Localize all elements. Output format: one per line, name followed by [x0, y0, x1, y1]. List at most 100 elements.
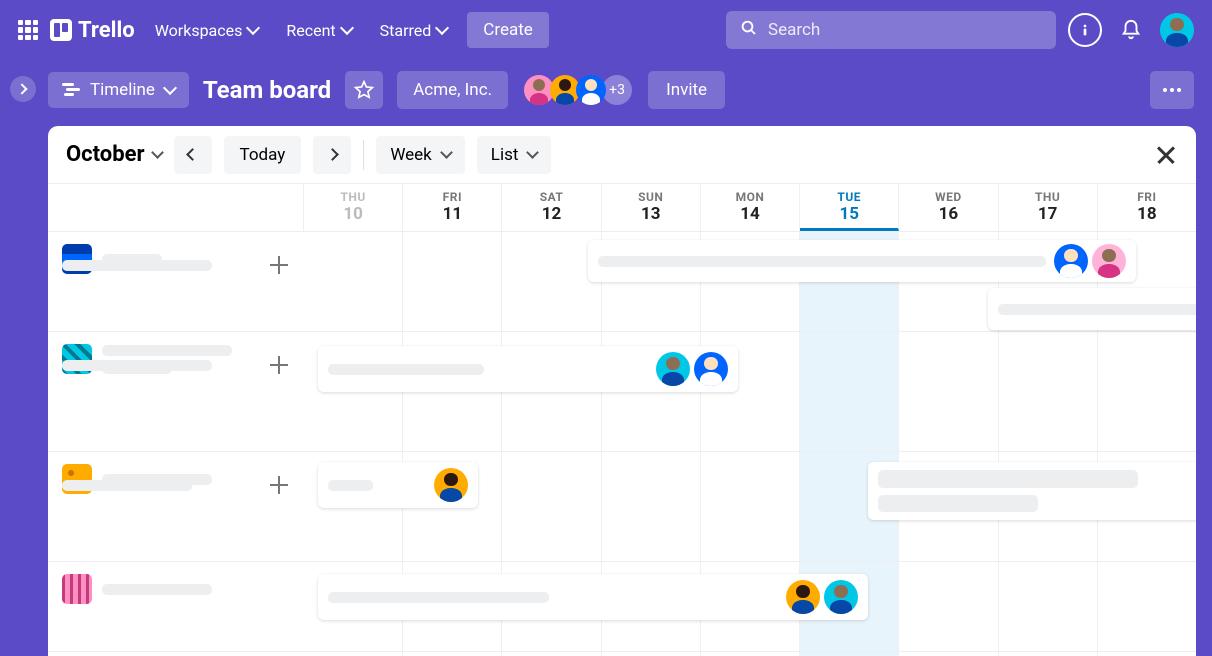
day-number: 17 [999, 204, 1097, 224]
day-column[interactable]: THU17 [999, 184, 1098, 231]
nav-workspaces[interactable]: Workspaces [147, 15, 267, 46]
day-column[interactable]: THU10 [304, 184, 403, 231]
zoom-selector[interactable]: Week [376, 136, 464, 174]
sidebar-expand-button[interactable] [10, 76, 36, 102]
search-input[interactable]: Search [726, 11, 1056, 49]
chevron-down-icon [151, 146, 164, 159]
search-placeholder: Search [768, 20, 820, 40]
create-button[interactable]: Create [467, 12, 549, 48]
add-card-button[interactable] [268, 254, 290, 276]
card-member-avatar [656, 352, 690, 386]
list-header[interactable] [48, 452, 304, 506]
card-member-avatar [786, 580, 820, 614]
day-of-week: FRI [403, 190, 501, 204]
day-column[interactable]: SUN13 [602, 184, 701, 231]
lists-gutter [48, 184, 304, 231]
nav-recent[interactable]: Recent [278, 15, 359, 46]
list-row [48, 452, 1196, 562]
day-column[interactable]: MON14 [701, 184, 800, 231]
board-header: Timeline Team board Acme, Inc. +3 Invite [0, 60, 1212, 120]
trello-board-icon [50, 19, 72, 41]
card-member-avatar [694, 352, 728, 386]
timeline-card[interactable] [318, 574, 868, 620]
day-headers: THU10FRI11SAT12SUN13MON14TUE15WED16THU17… [48, 184, 1196, 232]
card-member-avatar [1054, 244, 1088, 278]
global-topbar: Trello Workspaces Recent Starred Create … [0, 0, 1212, 60]
chevron-down-icon [440, 146, 453, 159]
prev-period-button[interactable] [174, 136, 212, 174]
day-column[interactable]: FRI18 [1098, 184, 1196, 231]
list-row [48, 232, 1196, 332]
app-switcher-icon[interactable] [18, 20, 38, 40]
trello-logo[interactable]: Trello [50, 18, 135, 43]
day-number: 16 [899, 204, 997, 224]
day-column[interactable]: SAT12 [502, 184, 601, 231]
day-number: 11 [403, 204, 501, 224]
chevron-down-icon [246, 21, 260, 35]
search-icon [740, 19, 758, 41]
day-number: 14 [701, 204, 799, 224]
star-board-button[interactable] [345, 71, 383, 109]
board-menu-button[interactable] [1150, 71, 1194, 109]
day-column[interactable]: FRI11 [403, 184, 502, 231]
timeline-card[interactable] [318, 346, 738, 392]
list-row [48, 562, 1196, 652]
list-color-swatch [62, 574, 92, 604]
view-switcher-timeline[interactable]: Timeline [48, 72, 189, 108]
notifications-icon[interactable] [1114, 13, 1148, 47]
timeline-toolbar: October Today Week List [48, 126, 1196, 184]
app-name: Trello [78, 18, 135, 43]
chevron-down-icon [527, 146, 540, 159]
list-header[interactable] [48, 332, 304, 386]
day-column[interactable]: WED16 [899, 184, 998, 231]
day-number: 12 [502, 204, 600, 224]
day-of-week: SAT [502, 190, 600, 204]
chevron-right-icon [16, 83, 27, 94]
card-member-avatar [1092, 244, 1126, 278]
month-selector[interactable]: October [66, 142, 162, 167]
chevron-right-icon [326, 148, 339, 161]
timeline-panel: October Today Week List THU10FRI11SAT12S… [48, 126, 1196, 656]
timeline-card[interactable] [868, 462, 1196, 520]
divider [363, 140, 364, 170]
timeline-icon [62, 83, 80, 97]
chevron-down-icon [340, 21, 354, 35]
chevron-down-icon [435, 21, 449, 35]
chevron-left-icon [186, 148, 199, 161]
day-of-week: WED [899, 190, 997, 204]
card-member-avatar [824, 580, 858, 614]
groupby-selector[interactable]: List [477, 136, 552, 174]
add-card-button[interactable] [268, 354, 290, 376]
list-header[interactable] [48, 232, 304, 286]
list-row [48, 332, 1196, 452]
timeline-card[interactable] [588, 240, 1136, 282]
day-of-week: SUN [602, 190, 700, 204]
nav-starred[interactable]: Starred [372, 15, 456, 46]
invite-button[interactable]: Invite [648, 71, 725, 109]
day-number: 13 [602, 204, 700, 224]
day-column[interactable]: TUE15 [800, 184, 899, 231]
user-avatar[interactable] [1160, 13, 1194, 47]
day-number: 10 [304, 204, 402, 224]
day-of-week: TUE [800, 190, 898, 204]
day-of-week: THU [304, 190, 402, 204]
info-icon[interactable] [1068, 13, 1102, 47]
close-timeline-button[interactable] [1154, 143, 1178, 167]
timeline-rows [48, 232, 1196, 656]
chevron-down-icon [163, 81, 177, 95]
add-card-button[interactable] [268, 474, 290, 496]
list-header[interactable] [48, 562, 304, 616]
day-number: 15 [800, 204, 898, 224]
timeline-calendar: THU10FRI11SAT12SUN13MON14TUE15WED16THU17… [48, 184, 1196, 656]
board-title[interactable]: Team board [203, 76, 331, 104]
today-button[interactable]: Today [224, 136, 302, 174]
day-of-week: THU [999, 190, 1097, 204]
timeline-card[interactable] [318, 462, 478, 508]
next-period-button[interactable] [313, 136, 351, 174]
timeline-card[interactable] [988, 288, 1196, 330]
ellipsis-icon [1163, 88, 1181, 92]
day-number: 18 [1098, 204, 1196, 224]
workspace-button[interactable]: Acme, Inc. [397, 71, 508, 109]
day-of-week: MON [701, 190, 799, 204]
board-members[interactable]: +3 [522, 73, 634, 107]
